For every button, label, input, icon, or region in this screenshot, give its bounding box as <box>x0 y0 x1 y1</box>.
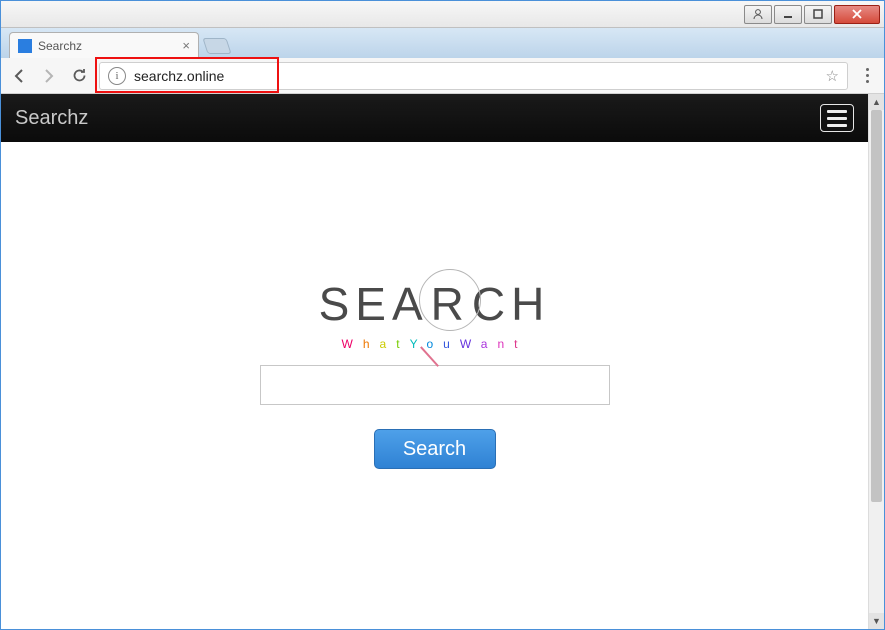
site-brand: Searchz <box>15 107 88 130</box>
scroll-track[interactable] <box>869 110 884 613</box>
logo-text-magnifier: R <box>429 277 472 331</box>
browser-menu-button[interactable] <box>858 68 876 83</box>
browser-tab-active[interactable]: Searchz × <box>9 32 199 58</box>
bookmark-star-icon[interactable]: ☆ <box>826 67 839 85</box>
window-close-button[interactable] <box>834 5 880 24</box>
new-tab-button[interactable] <box>202 38 231 54</box>
scroll-up-arrow[interactable]: ▲ <box>869 94 884 110</box>
tab-favicon <box>18 39 32 53</box>
page-content: Searchz SEARCH WhatYouWant Search <box>1 94 868 629</box>
nav-back-button[interactable] <box>9 66 29 86</box>
omnibox[interactable]: i searchz.online ☆ <box>99 62 848 90</box>
browser-tabstrip: Searchz × <box>1 28 884 58</box>
window-maximize-button[interactable] <box>804 5 832 24</box>
logo-text-post: CH <box>472 278 550 330</box>
browser-toolbar: i searchz.online ☆ <box>1 58 884 94</box>
window-titlebar <box>1 1 884 28</box>
nav-forward-button[interactable] <box>39 66 59 86</box>
search-button[interactable]: Search <box>374 429 496 469</box>
search-input[interactable] <box>260 365 610 405</box>
site-menu-button[interactable] <box>820 104 854 132</box>
scroll-thumb[interactable] <box>871 110 882 502</box>
site-header: Searchz <box>1 94 868 142</box>
browser-viewport: Searchz SEARCH WhatYouWant Search ▲ ▼ <box>1 94 884 629</box>
tab-close-icon[interactable]: × <box>182 38 190 53</box>
hero-section: SEARCH WhatYouWant Search <box>1 277 868 469</box>
window-user-button[interactable] <box>744 5 772 24</box>
tab-title: Searchz <box>38 39 176 53</box>
logo-text-pre: SEA <box>319 278 429 330</box>
window-minimize-button[interactable] <box>774 5 802 24</box>
nav-reload-button[interactable] <box>69 66 89 86</box>
site-logo: SEARCH <box>319 277 551 331</box>
scroll-down-arrow[interactable]: ▼ <box>869 613 884 629</box>
omnibox-url[interactable]: searchz.online <box>134 68 818 84</box>
vertical-scrollbar[interactable]: ▲ ▼ <box>868 94 884 629</box>
site-info-icon[interactable]: i <box>108 67 126 85</box>
site-tagline: WhatYouWant <box>342 337 528 351</box>
